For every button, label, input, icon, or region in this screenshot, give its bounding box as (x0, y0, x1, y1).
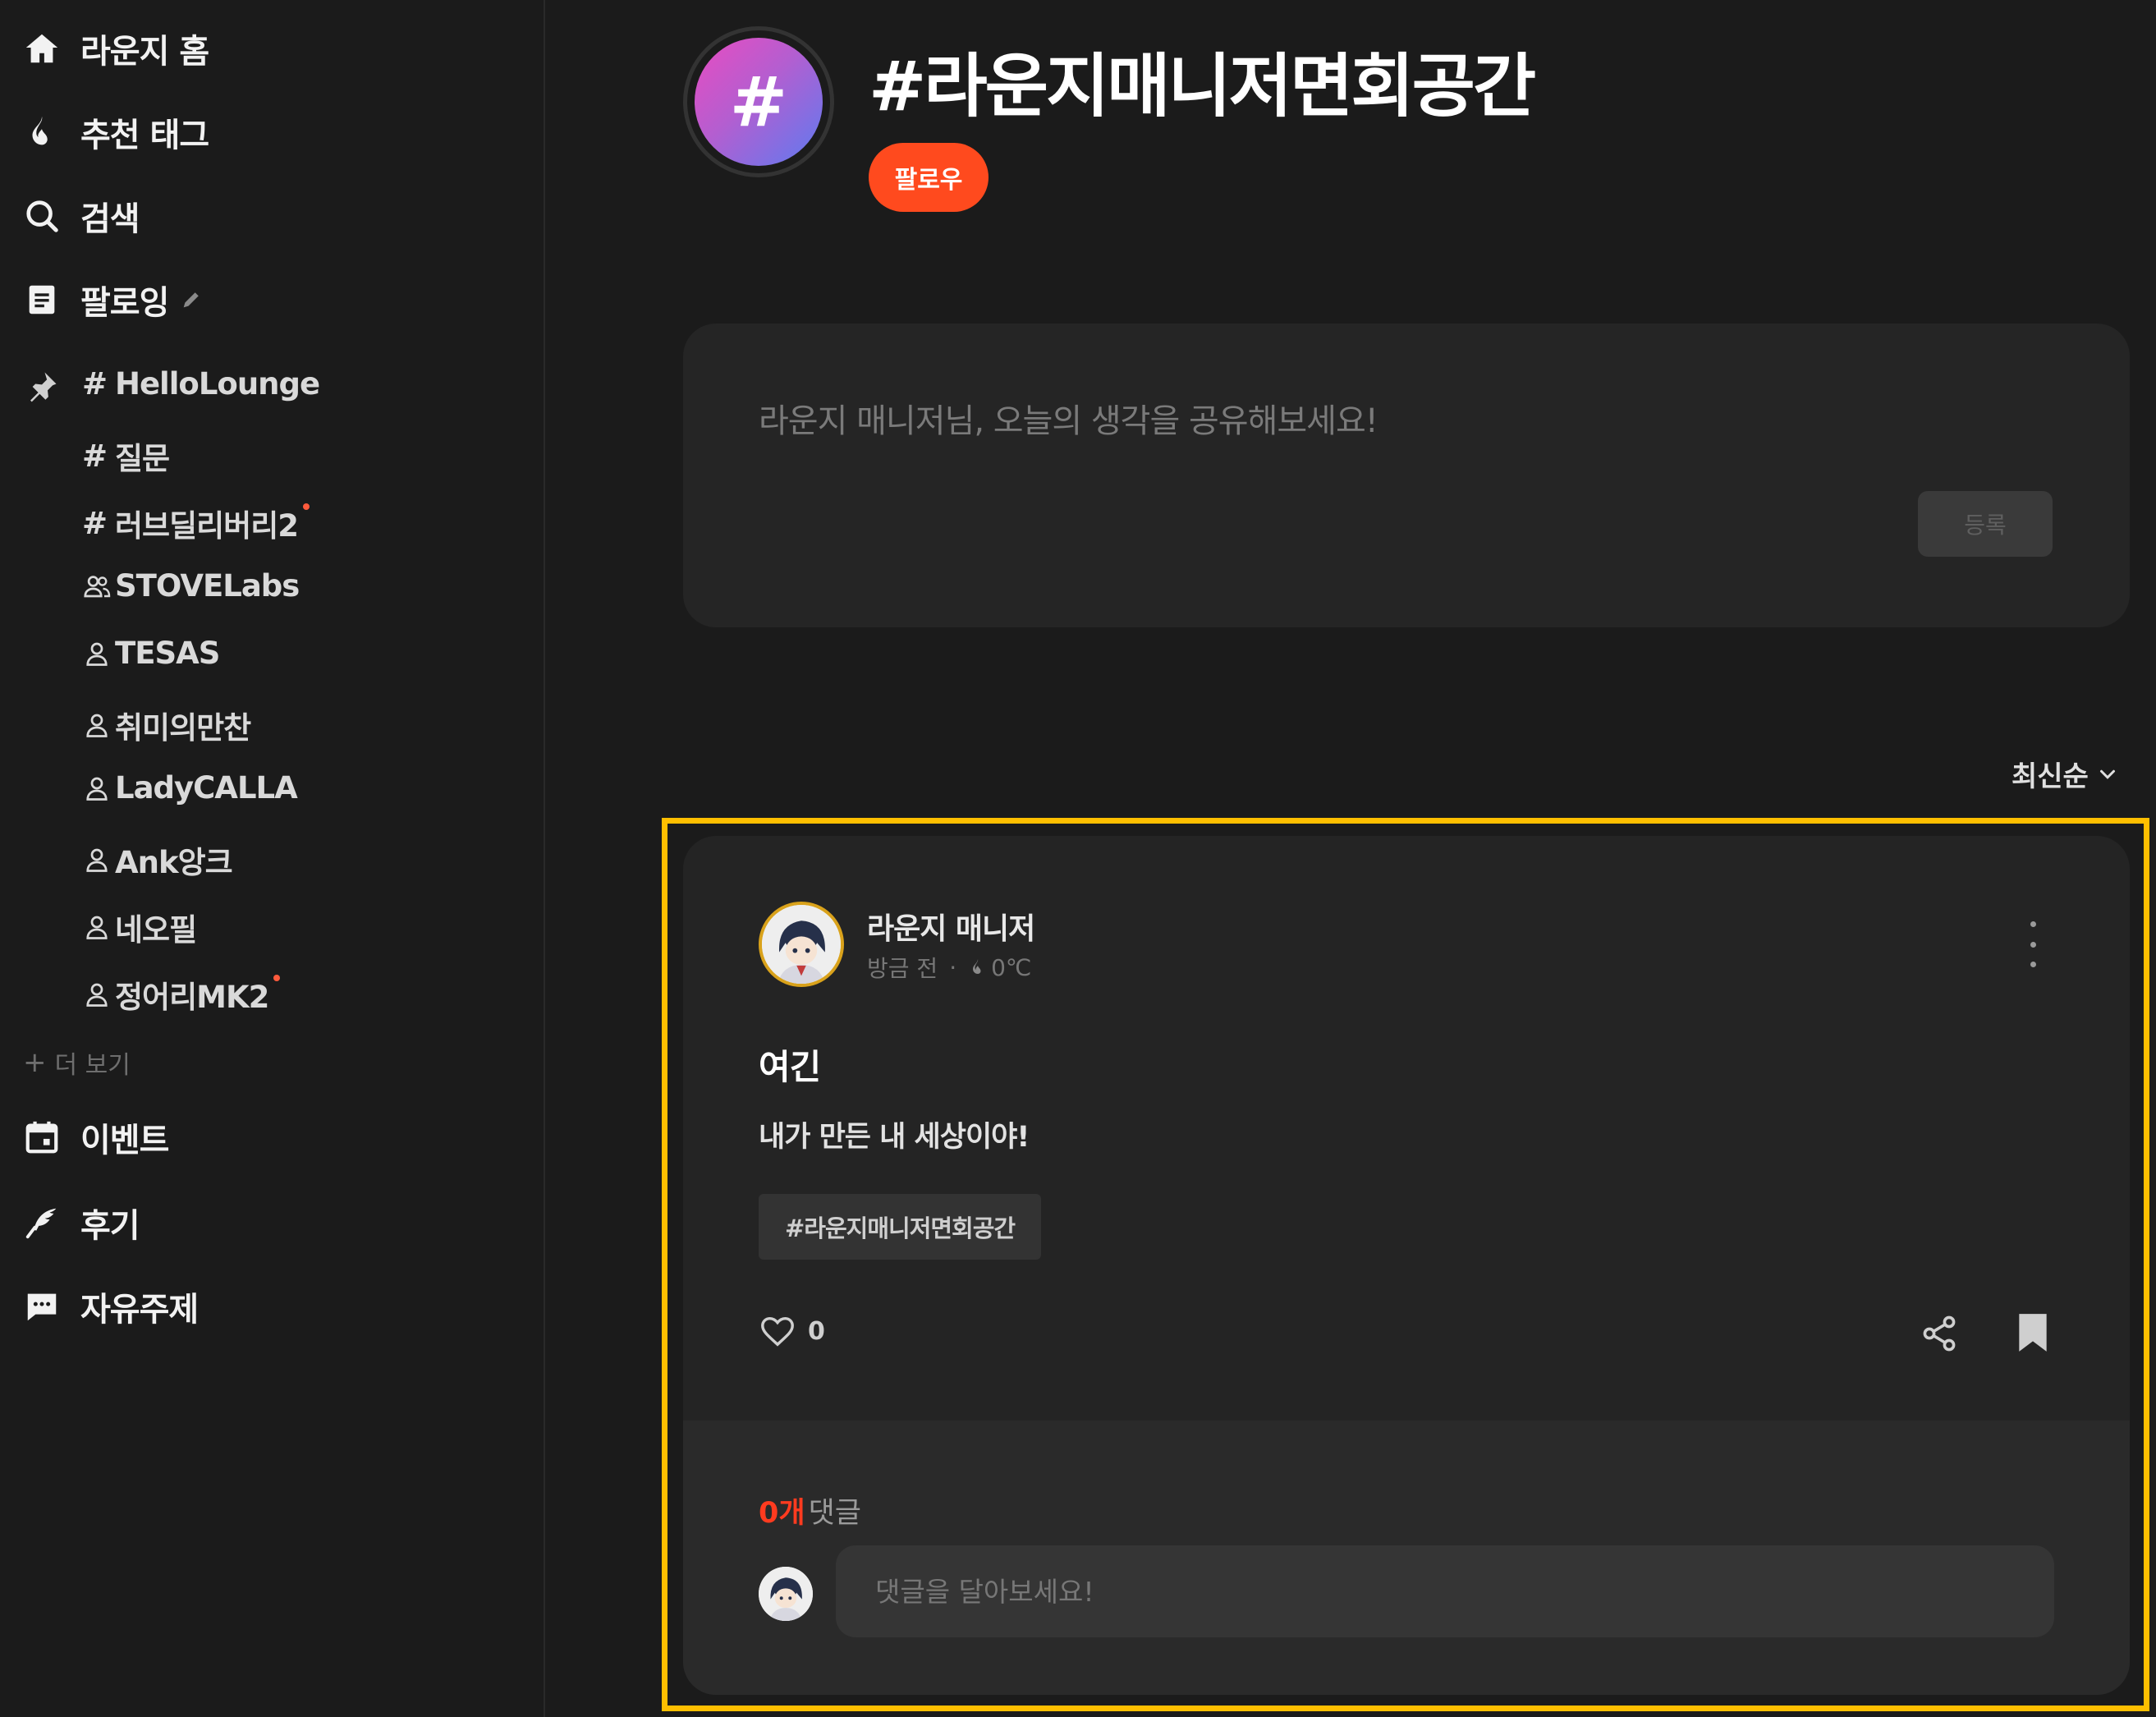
nav-search[interactable]: 검색 (21, 192, 140, 240)
hash-icon: # (82, 366, 108, 402)
comment-count-number: 0개 (759, 1497, 805, 1530)
comment-count: 0개 댓글 (759, 1490, 861, 1531)
hash-icon: # (82, 438, 108, 474)
nav-recommended-tags[interactable]: 추천 태그 (21, 108, 209, 156)
following-item-ladycalla[interactable]: LadyCALLA (82, 770, 298, 806)
quill-icon (21, 1202, 62, 1243)
nav-reviews[interactable]: 후기 (21, 1199, 140, 1246)
show-more-label: 더 보기 (54, 1051, 131, 1080)
post-title[interactable]: 여긴 (759, 1040, 821, 1090)
user-icon (82, 639, 115, 668)
share-icon[interactable] (1920, 1314, 1959, 1353)
new-badge-dot (273, 975, 281, 981)
show-more-button[interactable]: + 더 보기 (23, 1044, 131, 1081)
chat-icon (21, 1286, 62, 1327)
like-button[interactable]: 0 (759, 1312, 825, 1350)
document-icon (21, 279, 62, 320)
following-item-stovelabs[interactable]: STOVELabs (82, 568, 300, 604)
tag-avatar: # (683, 26, 834, 177)
fire-icon (21, 112, 62, 153)
user-icon (82, 710, 115, 740)
nav-free-topic[interactable]: 자유주제 (21, 1283, 199, 1330)
post-time: 방금 전 (867, 955, 938, 982)
composer-placeholder[interactable]: 라운지 매니저님, 오늘의 생각을 공유해보세요! (759, 394, 1378, 442)
nav-lounge-home[interactable]: 라운지 홈 (21, 25, 209, 72)
following-item-love-delivery[interactable]: # 러브딜리버리2 (82, 501, 310, 545)
following-item-label: 취미의만찬 (115, 710, 251, 746)
author-avatar[interactable] (759, 902, 844, 987)
following-item-label: STOVELabs (115, 568, 300, 604)
nav-lounge-home-label: 라운지 홈 (80, 33, 209, 71)
post-card: 라운지 매니저 방금 전 · 0℃ 여긴 내가 만든 내 세상이야! #라운지매… (683, 836, 2130, 1695)
following-item-neophil[interactable]: 네오필 (82, 905, 197, 949)
nav-reviews-label: 후기 (80, 1207, 140, 1245)
commenter-avatar (759, 1567, 813, 1621)
user-icon (82, 980, 115, 1009)
submit-post-button[interactable]: 등록 (1918, 491, 2053, 557)
group-icon (82, 572, 115, 601)
nav-following-label: 팔로잉 (80, 284, 169, 322)
comment-input[interactable] (836, 1545, 2054, 1637)
following-item-label: 질문 (115, 441, 170, 476)
following-item-label: LadyCALLA (115, 770, 298, 806)
bookmark-icon[interactable] (2015, 1312, 2051, 1353)
plus-icon: + (23, 1046, 47, 1079)
follow-button[interactable]: 팔로우 (869, 143, 989, 212)
author-name[interactable]: 라운지 매니저 (867, 905, 1035, 948)
comment-count-label: 댓글 (808, 1497, 861, 1530)
following-item-hellolounge[interactable]: # HelloLounge (82, 366, 320, 402)
nav-events-label: 이벤트 (80, 1122, 169, 1159)
nav-recommended-tags-label: 추천 태그 (80, 117, 209, 154)
calendar-icon (21, 1117, 62, 1158)
nav-free-topic-label: 자유주제 (80, 1291, 199, 1329)
sort-label: 최신순 (2012, 760, 2089, 793)
following-item-sardine[interactable]: 정어리MK2 (82, 972, 281, 1017)
search-icon (21, 195, 62, 236)
comments-section: 0개 댓글 (683, 1421, 2130, 1695)
following-item-label: Ank앙크 (115, 845, 233, 880)
nav-search-label: 검색 (80, 200, 140, 238)
like-count: 0 (808, 1316, 825, 1346)
post-composer[interactable]: 라운지 매니저님, 오늘의 생각을 공유해보세요! 등록 (683, 324, 2130, 627)
following-item-ank[interactable]: Ank앙크 (82, 838, 233, 882)
fire-icon (973, 959, 981, 974)
following-item-tesas[interactable]: TESAS (82, 636, 220, 671)
following-item-label: 네오필 (115, 912, 197, 948)
new-badge-dot (302, 503, 310, 510)
edit-pencil-icon[interactable] (180, 288, 203, 311)
user-icon (82, 912, 115, 942)
following-item-label: TESAS (115, 636, 220, 671)
pin-icon (30, 372, 57, 402)
post-temperature: 0℃ (991, 953, 1032, 981)
user-icon (82, 845, 115, 875)
post-meta: 방금 전 · 0℃ (867, 951, 1031, 984)
following-item-label: 러브딜리버리2 (115, 508, 299, 544)
post-body[interactable]: 내가 만든 내 세상이야! (759, 1113, 1030, 1155)
following-item-question[interactable]: # 질문 (82, 434, 170, 478)
post-tag-chip[interactable]: #라운지매니저면회공간 (759, 1194, 1042, 1260)
nav-following[interactable]: 팔로잉 (21, 276, 203, 324)
following-item-label: 정어리MK2 (115, 980, 269, 1015)
tag-avatar-symbol: # (695, 38, 823, 166)
home-icon (21, 28, 62, 69)
user-icon (82, 774, 115, 803)
following-item-label: HelloLounge (115, 366, 320, 402)
following-item-hobby-feast[interactable]: 취미의만찬 (82, 703, 251, 747)
meta-separator: · (949, 953, 957, 981)
hash-icon: # (82, 505, 108, 541)
sort-dropdown[interactable]: 최신순 (2012, 754, 2120, 794)
more-options-icon[interactable] (2026, 921, 2039, 967)
heart-icon (761, 1316, 794, 1347)
nav-events[interactable]: 이벤트 (21, 1113, 169, 1161)
chevron-down-icon (2099, 769, 2115, 779)
page-title: #라운지매니저면회공간 (869, 46, 1536, 126)
sidebar: 라운지 홈 추천 태그 검색 팔로잉 # HelloLounge # 질문 # … (0, 0, 545, 1717)
